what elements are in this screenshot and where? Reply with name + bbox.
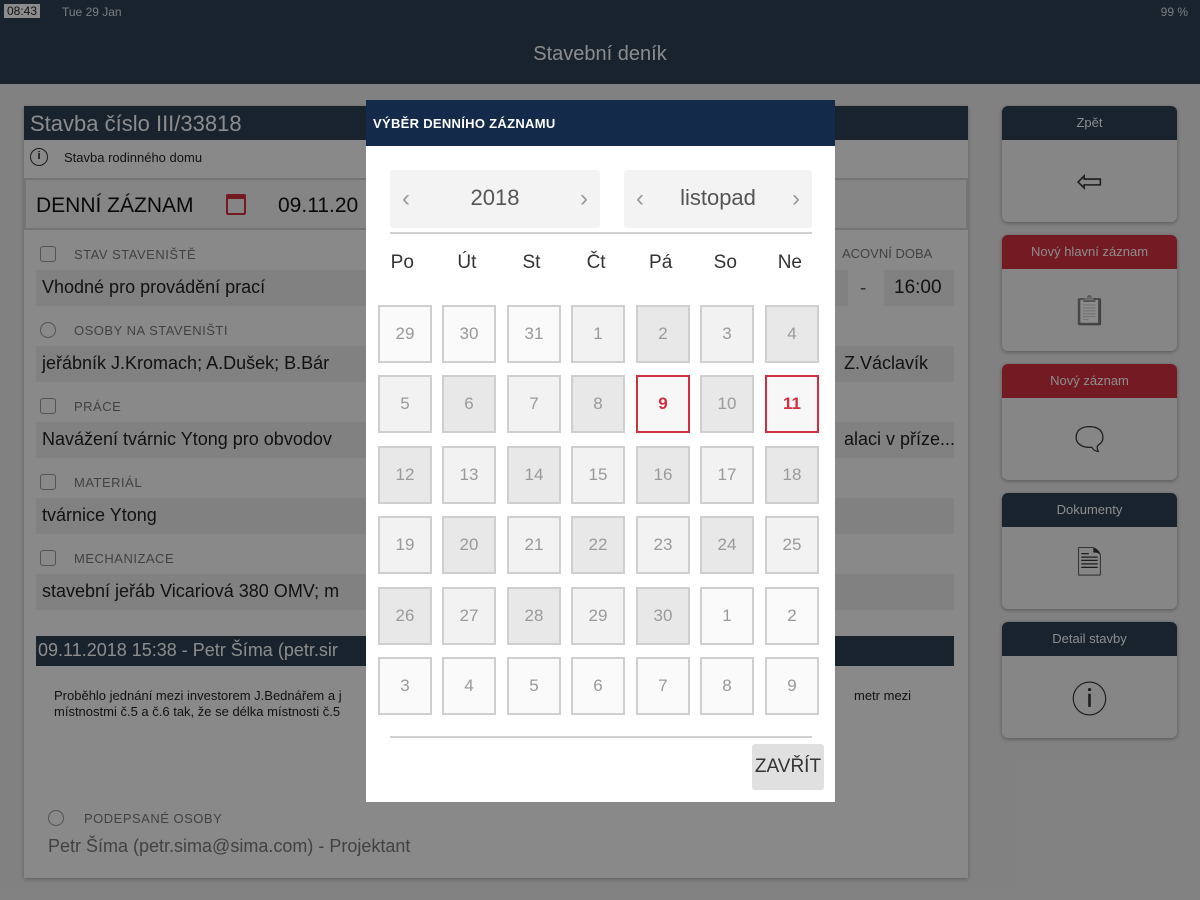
divider [390,736,812,738]
calendar-day[interactable]: 5 [507,657,561,715]
close-button[interactable]: ZAVŘÍT [752,744,824,790]
calendar-day[interactable]: 8 [571,375,625,434]
weekday-label: Ne [777,252,802,273]
calendar-day[interactable]: 9 [765,657,819,715]
calendar-day[interactable]: 7 [507,375,561,434]
calendar-day[interactable]: 2 [765,586,819,645]
weekday-label: So [713,252,737,273]
calendar-day[interactable]: 28 [507,586,561,645]
calendar-day[interactable]: 4 [765,305,819,363]
calendar-day[interactable]: 18 [765,445,819,504]
calendar-day[interactable]: 10 [700,375,754,434]
calendar-day[interactable]: 9 [636,375,690,434]
calendar-day[interactable]: 11 [765,375,819,434]
calendar-day[interactable]: 14 [507,445,561,504]
calendar-day[interactable]: 30 [636,586,690,645]
calendar-day[interactable]: 25 [765,516,819,575]
calendar-day[interactable]: 23 [636,516,690,575]
year-next-icon[interactable]: › [580,185,588,213]
calendar-day[interactable]: 29 [571,586,625,645]
weekday-header: Po Út St Čt Pá So Ne [370,252,828,274]
calendar-day[interactable]: 1 [571,305,625,363]
calendar-day[interactable]: 26 [378,586,432,645]
calendar-day[interactable]: 24 [700,516,754,575]
calendar-day[interactable]: 8 [700,657,754,715]
calendar-day[interactable]: 27 [442,586,496,645]
month-next-icon[interactable]: › [792,185,800,213]
calendar-day[interactable]: 15 [571,445,625,504]
calendar-day[interactable]: 3 [378,657,432,715]
weekday-label: St [522,252,541,273]
calendar-day[interactable]: 6 [442,375,496,434]
year-value: 2018 [470,185,520,210]
calendar-day[interactable]: 6 [571,657,625,715]
calendar-day[interactable]: 13 [442,445,496,504]
month-selector: ‹ listopad › [624,170,812,228]
calendar-day[interactable]: 12 [378,445,432,504]
calendar-day[interactable]: 31 [507,305,561,363]
calendar-day[interactable]: 22 [571,516,625,575]
calendar-day[interactable]: 3 [700,305,754,363]
weekday-label: Čt [586,252,606,273]
calendar-day[interactable]: 29 [378,305,432,363]
calendar-day[interactable]: 20 [442,516,496,575]
calendar-day[interactable]: 16 [636,445,690,504]
month-value: listopad [680,185,756,210]
calendar-day[interactable]: 7 [636,657,690,715]
calendar-day[interactable]: 1 [700,586,754,645]
calendar-day[interactable]: 30 [442,305,496,363]
date-picker-modal: VÝBĚR DENNÍHO ZÁZNAMU ‹ 2018 › ‹ listopa… [366,100,835,802]
calendar-day[interactable]: 21 [507,516,561,575]
modal-title: VÝBĚR DENNÍHO ZÁZNAMU [366,100,835,146]
calendar-day[interactable]: 2 [636,305,690,363]
calendar-day[interactable]: 17 [700,445,754,504]
divider [390,232,812,234]
calendar-day[interactable]: 19 [378,516,432,575]
weekday-label: Út [457,252,477,273]
calendar-day[interactable]: 4 [442,657,496,715]
calendar-day[interactable]: 5 [378,375,432,434]
weekday-label: Po [390,252,414,273]
weekday-label: Pá [649,252,673,273]
year-selector: ‹ 2018 › [390,170,600,228]
